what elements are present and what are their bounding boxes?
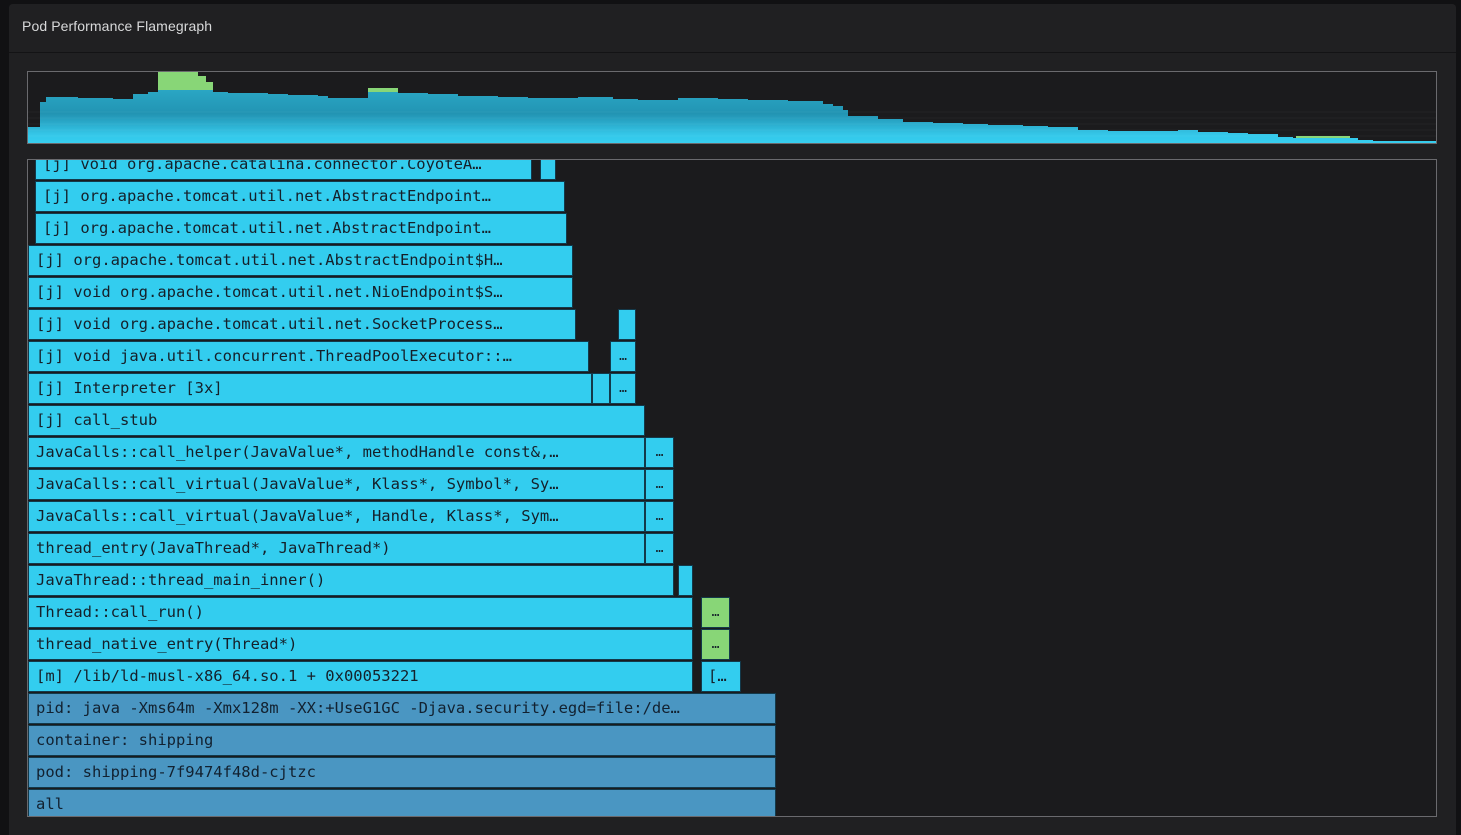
minimap-highlight (158, 72, 213, 90)
flame-frame-sibling[interactable] (592, 373, 610, 404)
flame-frame-truncated[interactable]: … (610, 373, 636, 404)
flame-frame-abstract-endpoint-2[interactable]: [j] org.apache.tomcat.util.net.AbstractE… (35, 213, 567, 244)
flame-frame-sibling[interactable] (678, 565, 693, 596)
flame-frame-truncated[interactable]: … (645, 533, 674, 564)
flame-frame-truncated[interactable]: … (701, 597, 730, 628)
flame-frame-truncated[interactable]: … (645, 501, 674, 532)
flamegraph-canvas: [j] void org.apache.catalina.connector.C… (27, 159, 1437, 817)
flame-frame-abstract-endpoint-handler[interactable]: [j] org.apache.tomcat.util.net.AbstractE… (28, 245, 573, 276)
flame-frame-pid[interactable]: pid: java -Xms64m -Xmx128m -XX:+UseG1GC … (28, 693, 776, 724)
flame-frame-thread-pool-executor[interactable]: [j] void java.util.concurrent.ThreadPool… (28, 341, 589, 372)
flame-frame-coyote-adapter[interactable]: [j] void org.apache.catalina.connector.C… (35, 160, 532, 180)
panel-title: Pod Performance Flamegraph (22, 18, 213, 34)
flame-frame-thread-native-entry[interactable]: thread_native_entry(Thread*) (28, 629, 693, 660)
flame-frame-call-helper[interactable]: JavaCalls::call_helper(JavaValue*, metho… (28, 437, 645, 468)
flame-frame-truncated[interactable]: … (645, 437, 674, 468)
flame-frame-thread-entry[interactable]: thread_entry(JavaThread*, JavaThread*) (28, 533, 645, 564)
flame-frame-sibling[interactable] (618, 309, 636, 340)
flame-frame-interpreter[interactable]: [j] Interpreter [3x] (28, 373, 592, 404)
minimap-overview (28, 72, 1436, 143)
flame-frame-ld-musl[interactable]: [m] /lib/ld-musl-x86_64.so.1 + 0x0005322… (28, 661, 693, 692)
flamegraph-panel: Pod Performance Flamegraph [j] void org.… (9, 4, 1456, 835)
flame-frame-sibling[interactable] (540, 160, 556, 180)
flame-frame-truncated[interactable]: … (610, 341, 636, 372)
flame-frame-truncated[interactable]: [… (701, 661, 741, 692)
flame-frame-pod[interactable]: pod: shipping-7f9474f48d-cjtzc (28, 757, 776, 788)
flame-frame-thread-main-inner[interactable]: JavaThread::thread_main_inner() (28, 565, 674, 596)
flame-frame-all[interactable]: all (28, 789, 776, 816)
minimap-silhouette (28, 90, 1436, 143)
minimap-highlight (368, 88, 398, 92)
flame-frame-socket-processor[interactable]: [j] void org.apache.tomcat.util.net.Sock… (28, 309, 576, 340)
flame-frame-call-stub[interactable]: [j] call_stub (28, 405, 645, 436)
flame-frame-call-virtual-2[interactable]: JavaCalls::call_virtual(JavaValue*, Hand… (28, 501, 645, 532)
flame-frame-call-virtual-1[interactable]: JavaCalls::call_virtual(JavaValue*, Klas… (28, 469, 645, 500)
flame-frame-abstract-endpoint-1[interactable]: [j] org.apache.tomcat.util.net.AbstractE… (35, 181, 565, 212)
flame-frame-truncated[interactable]: … (645, 469, 674, 500)
flame-frame-call-run[interactable]: Thread::call_run() (28, 597, 693, 628)
panel-header: Pod Performance Flamegraph (9, 4, 1456, 53)
flame-frame-nio-endpoint[interactable]: [j] void org.apache.tomcat.util.net.NioE… (28, 277, 573, 308)
flame-frame-truncated[interactable]: … (701, 629, 730, 660)
flamegraph-minimap[interactable] (27, 71, 1437, 144)
flame-frame-container[interactable]: container: shipping (28, 725, 776, 756)
